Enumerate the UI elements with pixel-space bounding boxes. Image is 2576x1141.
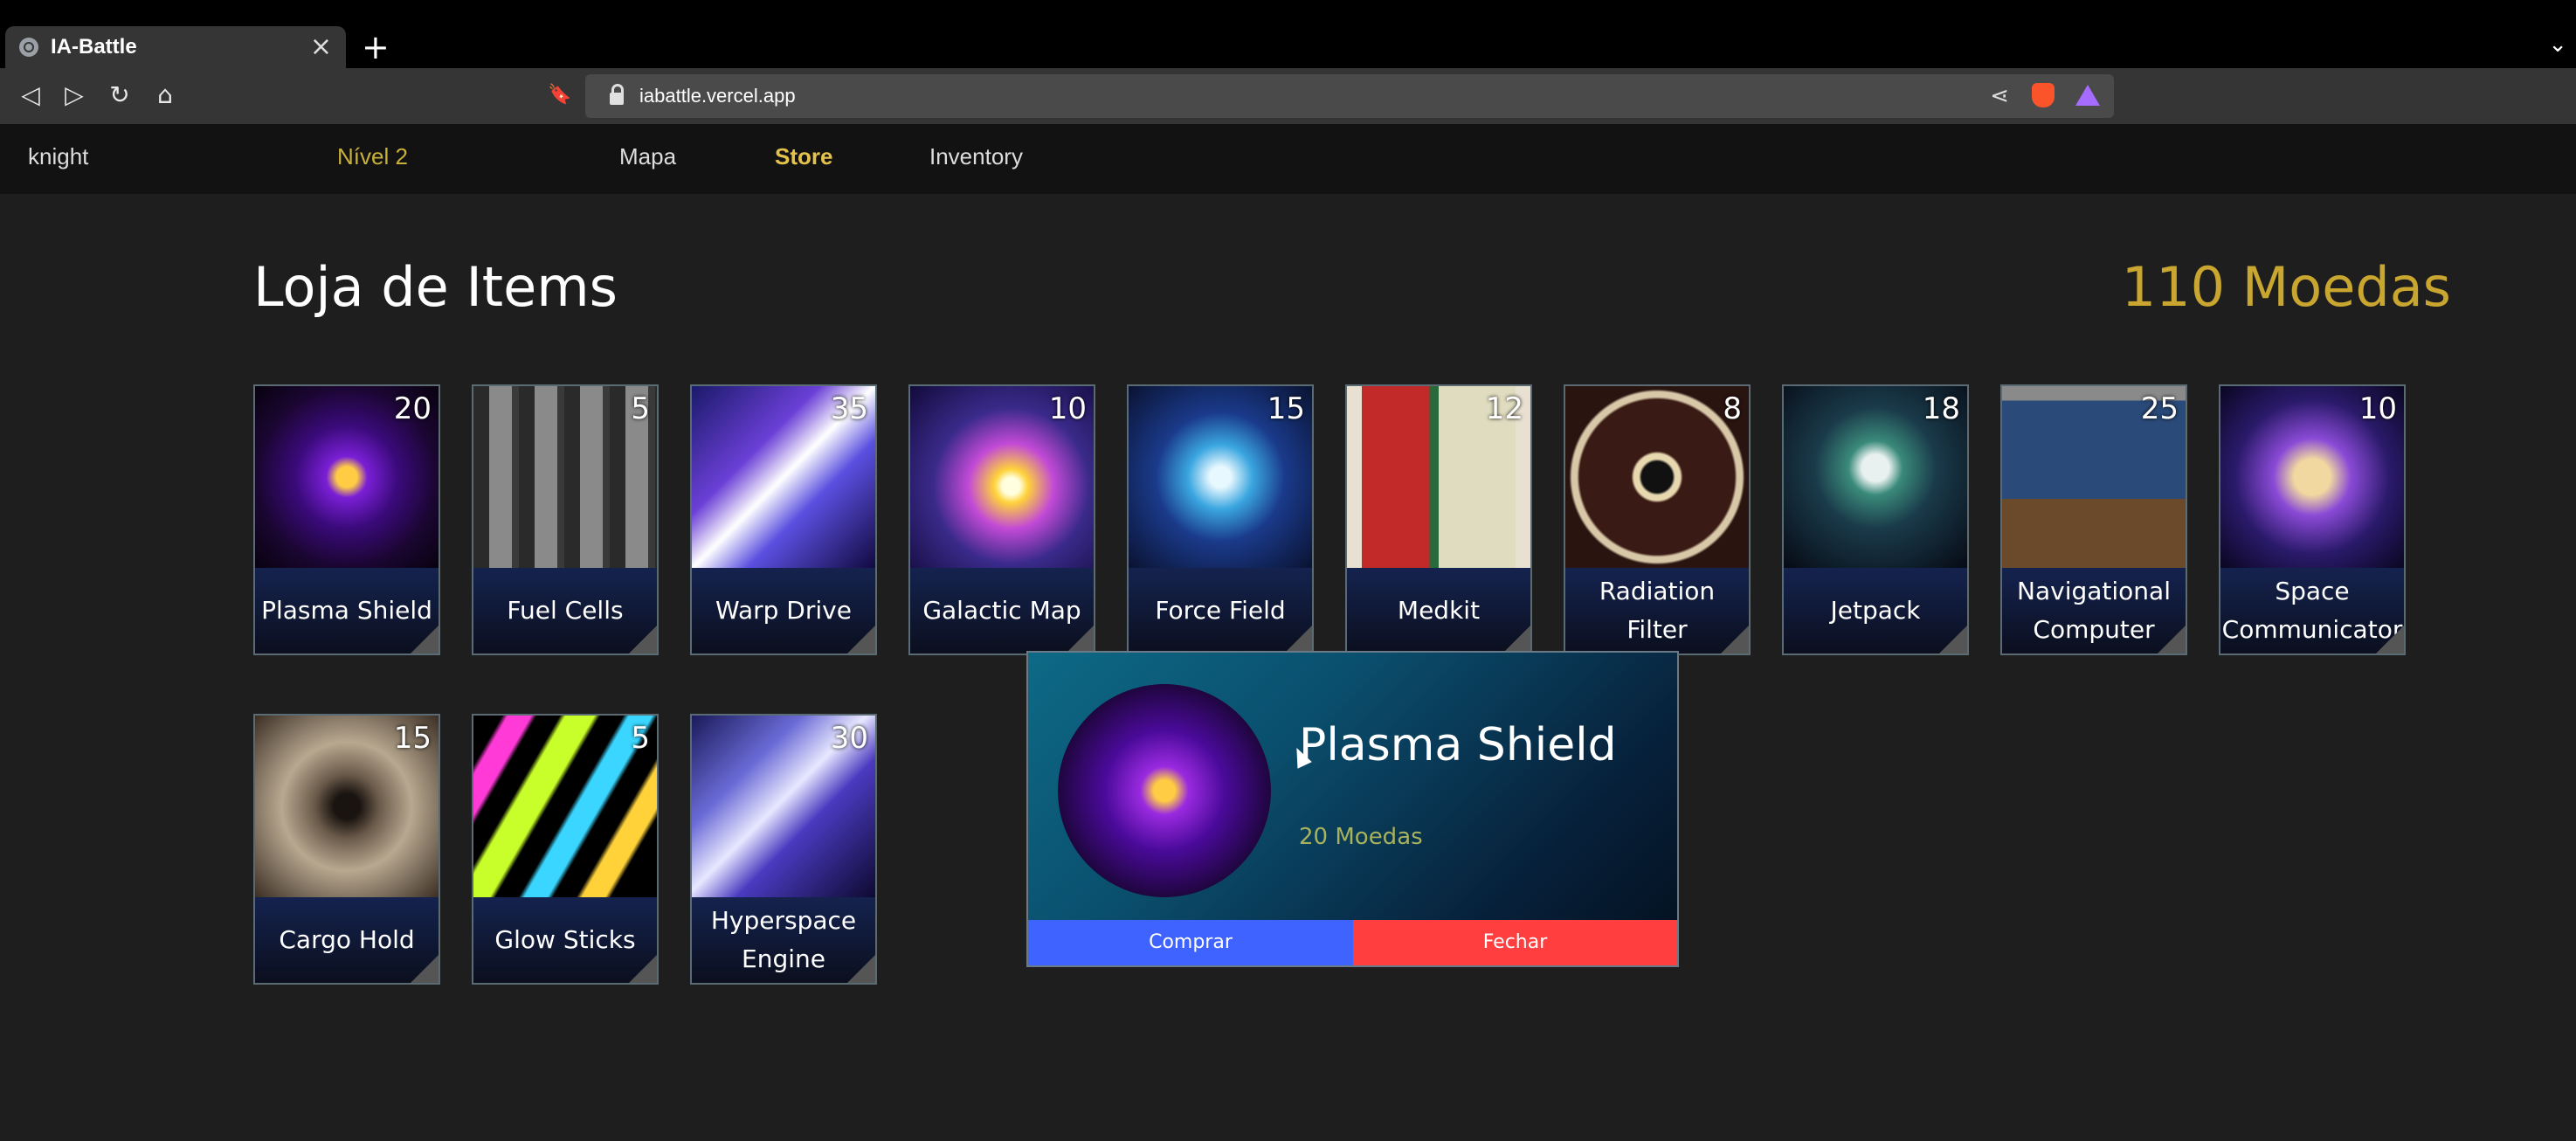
store-item-glow-sticks[interactable]: 5 Glow Sticks xyxy=(472,714,659,985)
store-item-jetpack[interactable]: 18 Jetpack xyxy=(1782,384,1969,655)
store-item-cargo-hold[interactable]: 15 Cargo Hold xyxy=(253,714,440,985)
nav-link-store[interactable]: Store xyxy=(775,143,832,170)
item-price: 35 xyxy=(830,391,868,426)
bookmark-icon[interactable]: 🔖 xyxy=(545,80,575,110)
card-corner xyxy=(847,955,875,983)
card-corner xyxy=(629,626,657,653)
card-corner xyxy=(1939,626,1967,653)
card-corner xyxy=(2158,626,2186,653)
store-item-warp-drive[interactable]: 35 Warp Drive xyxy=(690,384,877,655)
item-price: 10 xyxy=(1048,391,1087,426)
page-title: Loja de Items xyxy=(253,255,618,319)
item-price: 12 xyxy=(1485,391,1523,426)
globe-icon xyxy=(19,38,38,57)
store-item-navigational-computer[interactable]: 25 Navigational Computer xyxy=(2000,384,2187,655)
tab-bar: IA-Battle × + ⌄ xyxy=(0,26,2576,68)
home-icon[interactable]: ⌂ xyxy=(150,80,180,110)
nav-link-inventory[interactable]: Inventory xyxy=(929,143,1023,170)
item-price: 15 xyxy=(1267,391,1305,426)
address-bar[interactable]: iabattle.vercel.app ⋖ xyxy=(585,74,2114,118)
item-price: 25 xyxy=(2140,391,2179,426)
coin-balance: 110 Moedas xyxy=(2121,255,2451,319)
tab-list-chevron-icon[interactable]: ⌄ xyxy=(2548,31,2567,58)
browser-tab[interactable]: IA-Battle × xyxy=(5,26,346,68)
store-item-galactic-map[interactable]: 10 Galactic Map xyxy=(908,384,1095,655)
level-indicator: Nível 2 xyxy=(337,143,408,169)
card-corner xyxy=(1502,626,1530,653)
close-tab-icon[interactable]: × xyxy=(310,34,332,60)
url-text[interactable]: iabattle.vercel.app xyxy=(639,85,796,107)
tab-title: IA-Battle xyxy=(51,35,137,59)
store-item-space-communicator[interactable]: 10 Space Communicator xyxy=(2219,384,2406,655)
card-corner xyxy=(411,955,439,983)
card-corner xyxy=(629,955,657,983)
lock-icon xyxy=(610,84,624,105)
card-corner xyxy=(2376,626,2404,653)
close-modal-button[interactable]: Fechar xyxy=(1353,920,1677,965)
item-price: 15 xyxy=(393,721,432,756)
item-price: 8 xyxy=(1723,391,1742,426)
brave-shield-icon[interactable] xyxy=(2032,83,2055,107)
item-price: 30 xyxy=(830,721,868,756)
store-item-plasma-shield[interactable]: 20 Plasma Shield xyxy=(253,384,440,655)
store-item-hyperspace-engine[interactable]: 30 Hyperspace Engine xyxy=(690,714,877,985)
forward-icon[interactable]: ▷ xyxy=(59,80,89,110)
store-item-radiation-filter[interactable]: 8 Radiation Filter xyxy=(1564,384,1751,655)
card-corner xyxy=(1721,626,1749,653)
card-corner xyxy=(411,626,439,653)
glow-sticks-image xyxy=(473,716,657,897)
item-price: 5 xyxy=(631,721,650,756)
modal-item-title: Plasma Shield xyxy=(1299,719,1617,771)
store-item-medkit[interactable]: 12 Medkit xyxy=(1345,384,1532,655)
nav-link-map[interactable]: Mapa xyxy=(619,143,676,170)
buy-button[interactable]: Comprar xyxy=(1028,920,1353,965)
store-item-fuel-cells[interactable]: 5 Fuel Cells xyxy=(472,384,659,655)
app-navbar: knight Nível 2 Mapa Store Inventory xyxy=(0,124,2576,194)
radiation-filter-image xyxy=(1565,386,1749,568)
brave-rewards-icon[interactable] xyxy=(2075,85,2100,106)
window-top-strip xyxy=(0,0,2576,26)
item-price: 10 xyxy=(2358,391,2397,426)
browser-toolbar: ◁ ▷ ↻ ⌂ 🔖 iabattle.vercel.app ⋖ xyxy=(0,68,2576,124)
card-corner xyxy=(1066,626,1094,653)
fuel-cells-image xyxy=(473,386,657,568)
reload-icon[interactable]: ↻ xyxy=(105,80,135,110)
store-item-force-field[interactable]: 15 Force Field xyxy=(1127,384,1314,655)
item-price: 18 xyxy=(1922,391,1960,426)
modal-item-image xyxy=(1058,684,1271,897)
new-tab-button[interactable]: + xyxy=(362,28,390,66)
purchase-modal: Plasma Shield 20 Moedas Comprar Fechar xyxy=(1026,651,1679,967)
item-price: 20 xyxy=(393,391,432,426)
modal-item-price: 20 Moedas xyxy=(1299,824,1423,850)
card-corner xyxy=(1284,626,1312,653)
share-icon[interactable]: ⋖ xyxy=(1990,83,2009,109)
back-icon[interactable]: ◁ xyxy=(16,80,45,110)
user-name: knight xyxy=(28,143,89,169)
item-price: 5 xyxy=(631,391,650,426)
card-corner xyxy=(847,626,875,653)
